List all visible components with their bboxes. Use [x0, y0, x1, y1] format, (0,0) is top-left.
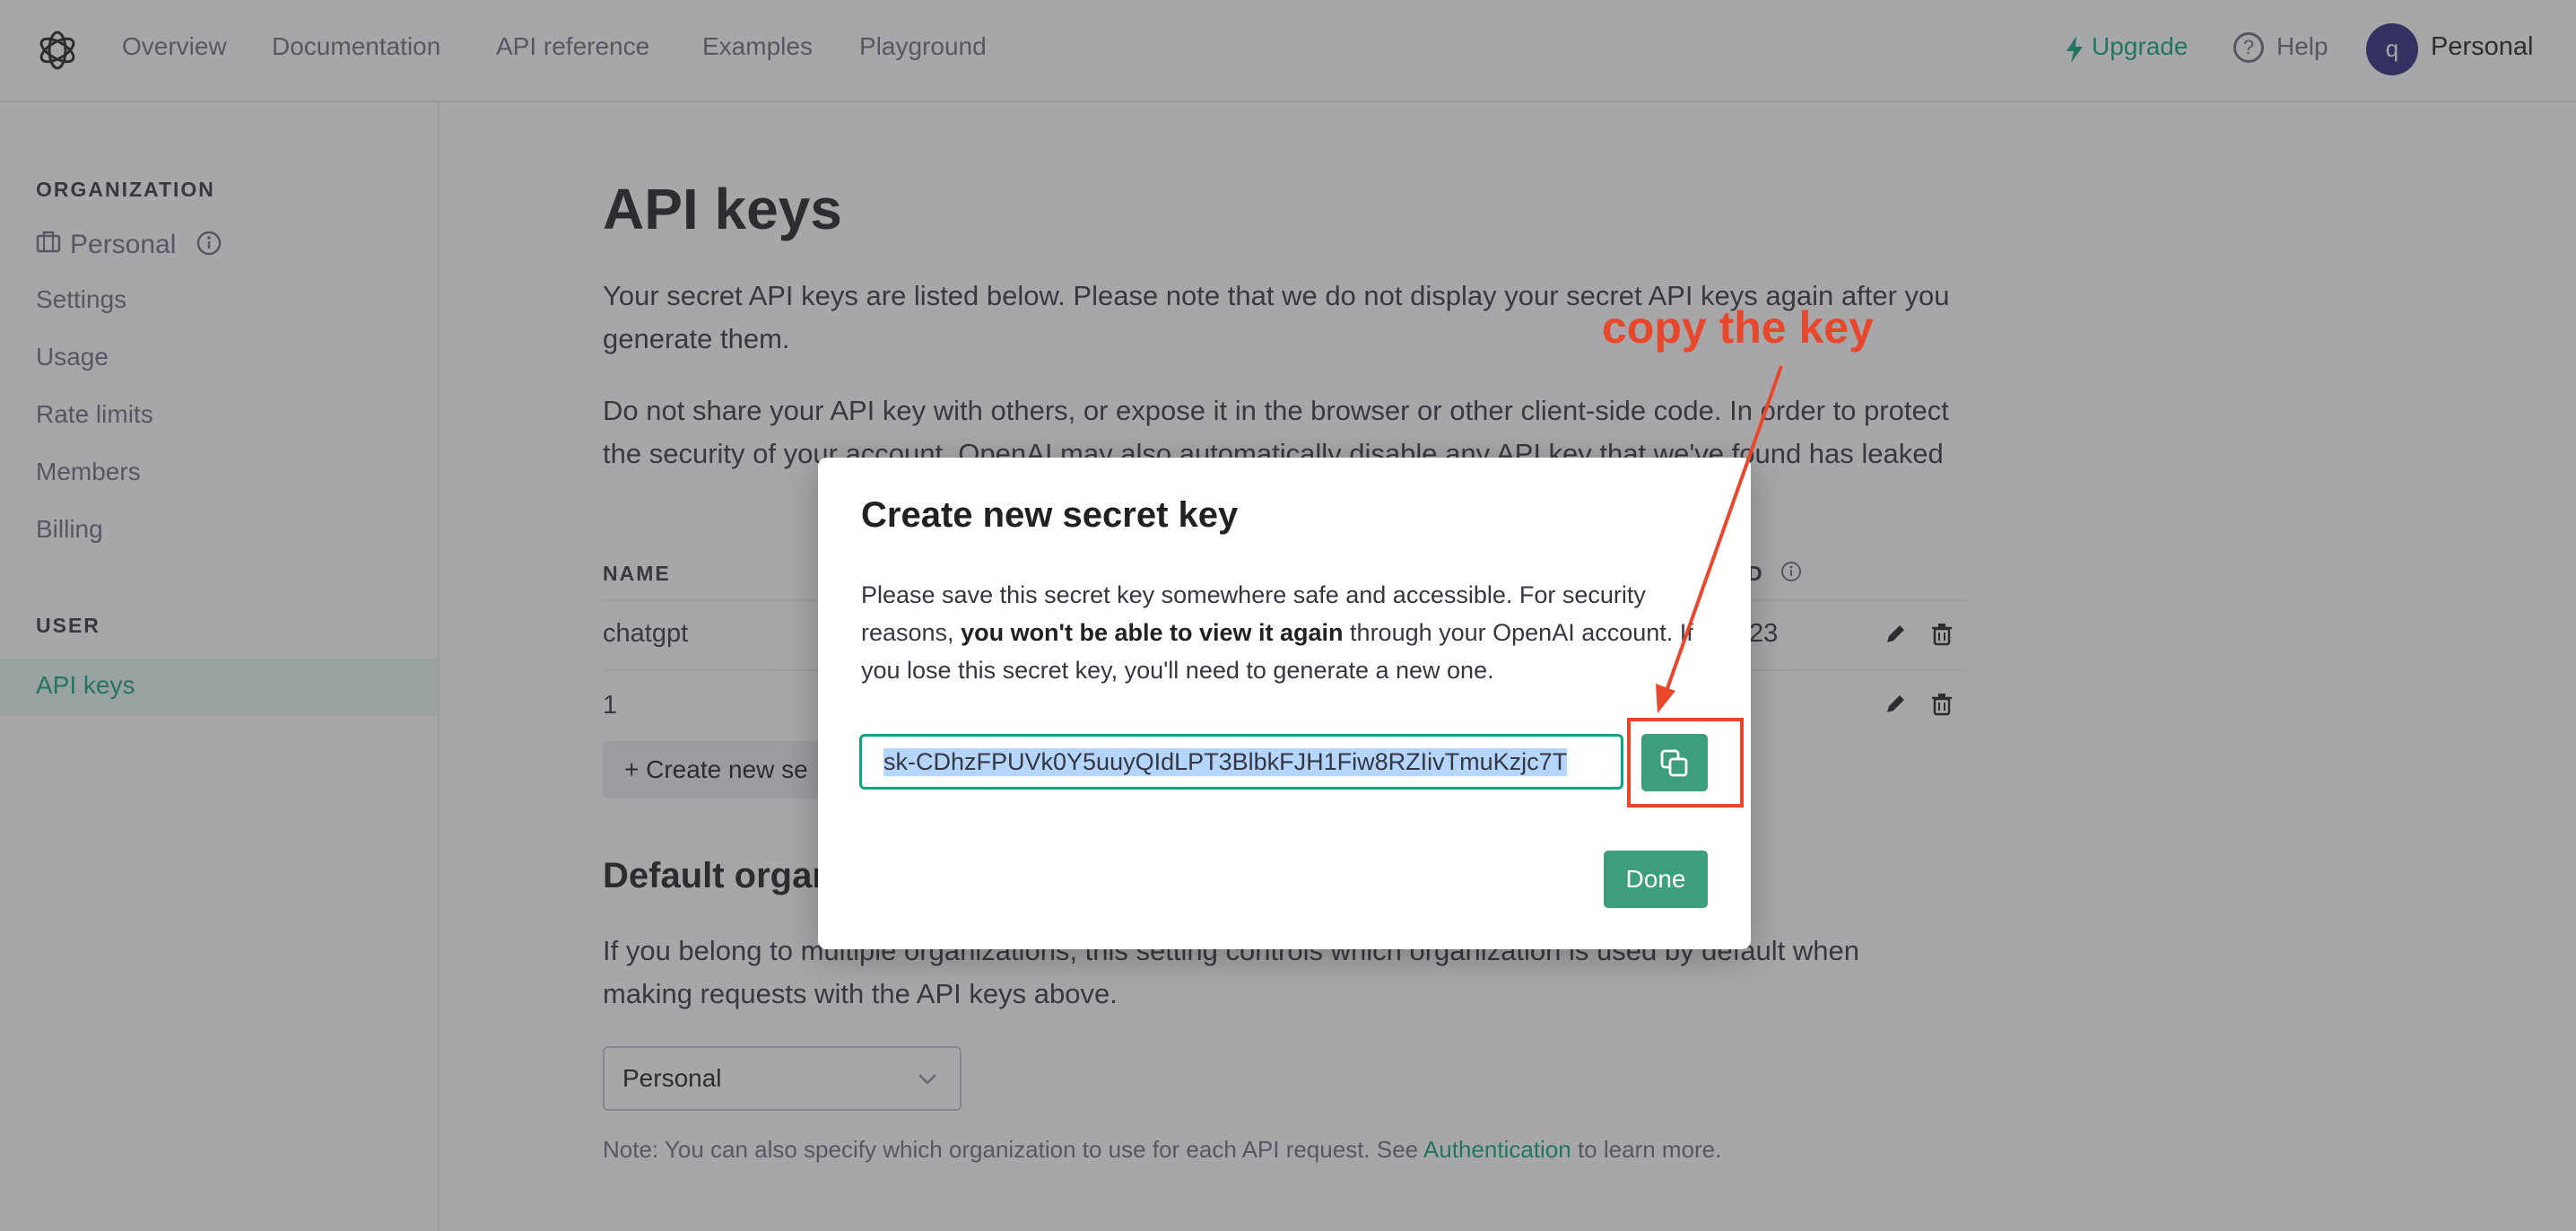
- annotation-arrow-icon: [1656, 365, 1783, 713]
